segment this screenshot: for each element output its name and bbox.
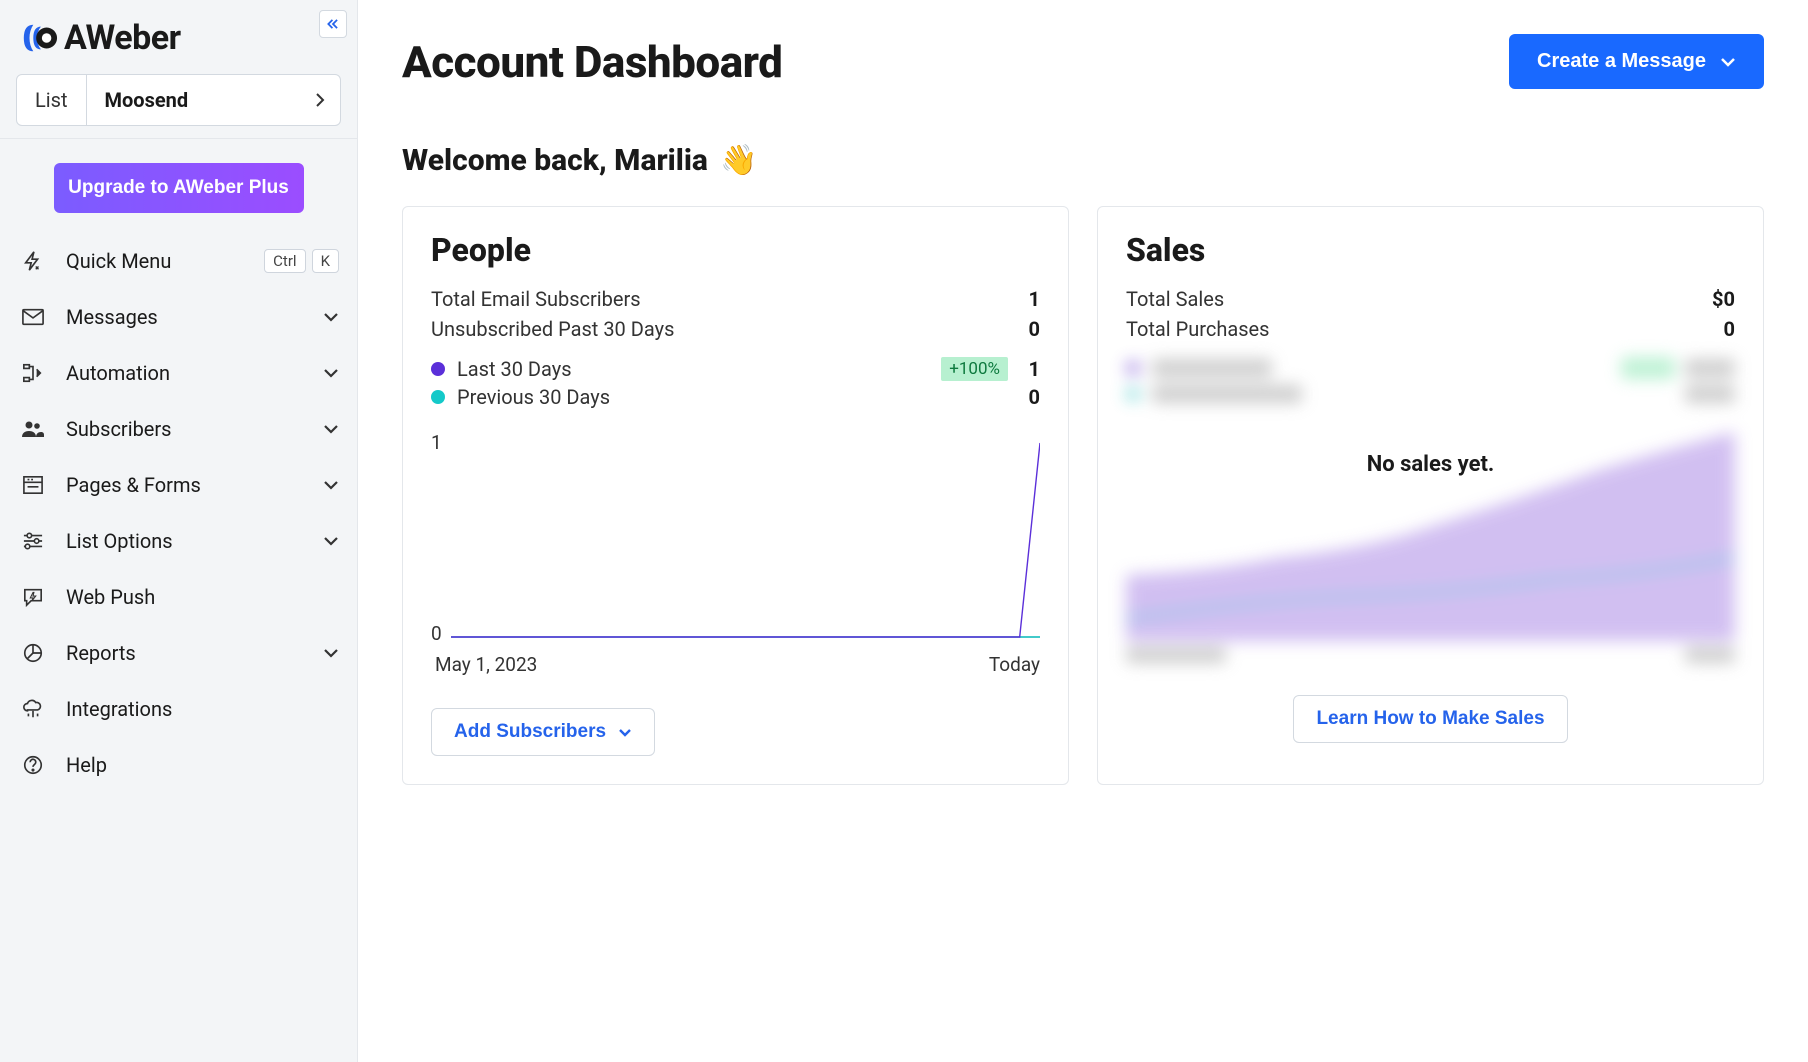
sidebar: AWeber List Moosend Upgrade to AWeber Pl… [0, 0, 358, 1062]
chevron-down-icon [323, 648, 339, 658]
card-title: Sales [1126, 231, 1735, 269]
chevron-down-icon [323, 368, 339, 378]
stat-label: Total Purchases [1126, 317, 1269, 341]
nav-label: Integrations [66, 697, 339, 721]
legend-value: 1 [1022, 357, 1040, 381]
list-selector-label: List [17, 75, 87, 125]
learn-sales-button[interactable]: Learn How to Make Sales [1293, 695, 1567, 743]
nav-automation[interactable]: Automation [18, 345, 339, 401]
chevron-down-icon [618, 728, 632, 737]
nav-integrations[interactable]: Integrations [18, 681, 339, 737]
stat-label: Total Email Subscribers [431, 287, 641, 311]
legend-dot-icon [431, 390, 445, 404]
nav-label: List Options [66, 529, 305, 553]
nav-messages[interactable]: Messages [18, 289, 339, 345]
main-content: Account Dashboard Create a Message Welco… [358, 0, 1808, 1062]
nav-help[interactable]: Help [18, 737, 339, 793]
x-label: Today [989, 653, 1040, 676]
legend-value: 0 [1022, 385, 1040, 409]
form-icon [18, 475, 48, 495]
help-icon [18, 754, 48, 776]
nav-list-options[interactable]: List Options [18, 513, 339, 569]
users-icon [18, 419, 48, 439]
nav-label: Help [66, 753, 339, 777]
upgrade-button[interactable]: Upgrade to AWeber Plus [54, 163, 304, 213]
nav-label: Subscribers [66, 417, 305, 441]
create-message-button[interactable]: Create a Message [1509, 34, 1764, 89]
nav-label: Quick Menu [66, 249, 246, 273]
stat-value: 0 [1029, 317, 1040, 341]
list-selector-value: Moosend [87, 88, 301, 112]
legend-label: Previous 30 Days [457, 385, 610, 409]
chevron-right-icon [300, 91, 340, 109]
percent-badge: +100% [941, 357, 1008, 381]
nav-label: Messages [66, 305, 305, 329]
legend-label: Last 30 Days [457, 357, 572, 381]
cloud-icon [18, 698, 48, 720]
add-subscribers-button[interactable]: Add Subscribers [431, 708, 655, 756]
chevron-down-icon [323, 424, 339, 434]
stat-value: $0 [1712, 287, 1735, 311]
nav-web-push[interactable]: Web Push [18, 569, 339, 625]
pie-chart-icon [18, 642, 48, 664]
shortcut: Ctrl K [264, 249, 339, 273]
x-label: May 1, 2023 [435, 653, 537, 676]
nav-label: Reports [66, 641, 305, 665]
nav-label: Web Push [66, 585, 339, 609]
stat-label: Total Sales [1126, 287, 1224, 311]
nav-label: Pages & Forms [66, 473, 305, 497]
nav-pages-forms[interactable]: Pages & Forms [18, 457, 339, 513]
chevron-down-icon [1720, 57, 1736, 67]
nav-quick-menu[interactable]: Quick Menu Ctrl K [18, 233, 339, 289]
nav-label: Automation [66, 361, 305, 385]
stat-value: 1 [1029, 287, 1040, 311]
logo-mark-icon [20, 19, 58, 57]
page-title: Account Dashboard [402, 36, 782, 88]
chat-icon [18, 587, 48, 607]
envelope-icon [18, 308, 48, 326]
automation-icon [18, 362, 48, 384]
chevron-down-icon [323, 536, 339, 546]
nav-reports[interactable]: Reports [18, 625, 339, 681]
collapse-sidebar-button[interactable] [319, 10, 347, 38]
logo: AWeber [0, 0, 357, 74]
sales-empty-state: No sales yet. [1126, 357, 1735, 663]
wave-emoji-icon: 👋 [720, 143, 757, 178]
chevron-double-left-icon [326, 17, 340, 31]
no-sales-overlay: No sales yet. [1126, 452, 1735, 477]
bolt-icon [18, 250, 48, 272]
y-tick: 1 [431, 431, 442, 454]
welcome-heading: Welcome back, Marilia 👋 [402, 143, 1764, 178]
y-tick: 0 [431, 622, 442, 645]
divider [0, 138, 357, 139]
legend-dot-icon [431, 362, 445, 376]
sliders-icon [18, 531, 48, 551]
stat-value: 0 [1724, 317, 1735, 341]
chart-svg [451, 439, 1040, 639]
stat-label: Unsubscribed Past 30 Days [431, 317, 674, 341]
people-chart: 1 0 [431, 431, 1040, 651]
people-card: People Total Email Subscribers 1 Unsubsc… [402, 206, 1069, 785]
card-title: People [431, 231, 1040, 269]
nav-subscribers[interactable]: Subscribers [18, 401, 339, 457]
sidebar-nav: Quick Menu Ctrl K Messages Automation [0, 233, 357, 793]
chevron-down-icon [323, 312, 339, 322]
sales-card: Sales Total Sales $0 Total Purchases 0 [1097, 206, 1764, 785]
list-selector[interactable]: List Moosend [16, 74, 341, 126]
logo-text: AWeber [64, 18, 181, 58]
chevron-down-icon [323, 480, 339, 490]
